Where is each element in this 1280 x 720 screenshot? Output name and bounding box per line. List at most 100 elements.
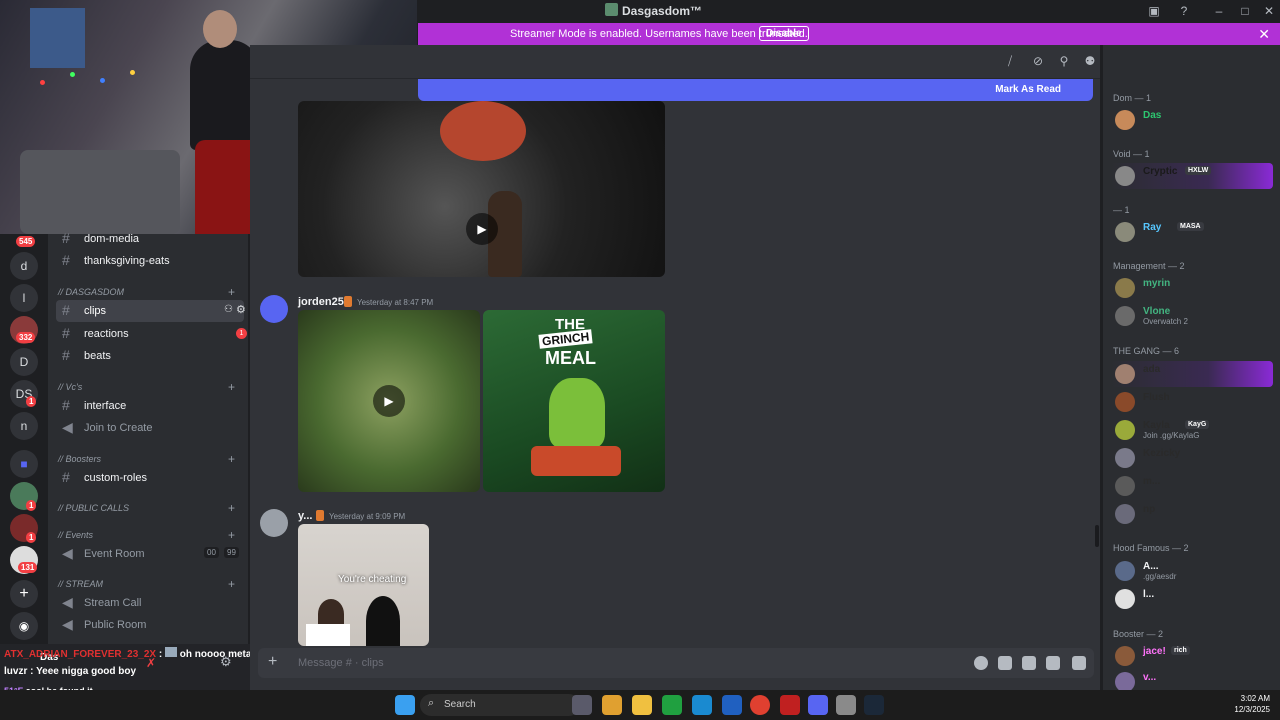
video-attachment[interactable]: ▶: [298, 101, 665, 277]
member-item[interactable]: A... .gg/aesdr: [1111, 558, 1273, 584]
scrollbar-thumb[interactable]: [1095, 525, 1099, 547]
member-item[interactable]: Ray MASA: [1111, 219, 1273, 245]
channel-clips[interactable]: # clips ⚇ ⚙: [56, 300, 246, 322]
channel-reactions[interactable]: # reactions 1: [56, 323, 247, 345]
member-item[interactable]: myrin: [1111, 275, 1273, 301]
channel-name: thanksgiving-eats: [84, 255, 170, 267]
gear-icon[interactable]: ⚙: [236, 303, 246, 316]
member-name: Flush: [1143, 392, 1170, 403]
video-attachment[interactable]: ▶: [298, 310, 480, 492]
pin-icon[interactable]: ⚲: [1056, 54, 1072, 70]
chrome-icon[interactable]: [750, 695, 770, 715]
member-item[interactable]: l...: [1111, 586, 1273, 612]
add-channel-icon[interactable]: +: [228, 501, 235, 515]
gift-icon[interactable]: [1072, 656, 1086, 670]
member-name: l...: [1143, 589, 1155, 600]
avatar: [1115, 306, 1135, 326]
member-item[interactable]: Das: [1111, 107, 1273, 133]
folder-icon[interactable]: ■: [10, 450, 38, 478]
help-icon[interactable]: ?: [1175, 2, 1193, 20]
task-view-icon[interactable]: [572, 695, 592, 715]
edge-icon[interactable]: [692, 695, 712, 715]
member-item[interactable]: m...: [1111, 473, 1273, 499]
steam-icon[interactable]: [864, 695, 884, 715]
channel-dom-media[interactable]: # dom-media: [56, 228, 244, 250]
channel-custom-roles[interactable]: # custom-roles: [56, 467, 244, 489]
channel-join-to-create[interactable]: ◀ Join to Create: [56, 417, 244, 439]
channel-stream-call[interactable]: ◀ Stream Call: [56, 592, 244, 614]
member-item[interactable]: v...: [1111, 669, 1273, 690]
category-dasgasdom[interactable]: // DASGASDOM +: [58, 285, 235, 299]
server-icon[interactable]: n: [10, 412, 38, 440]
member-item[interactable]: Cryptic HXLW: [1111, 163, 1273, 189]
app-icon[interactable]: [780, 695, 800, 715]
disable-button[interactable]: Disable: [759, 26, 809, 41]
windows-start-icon[interactable]: [395, 695, 415, 715]
invite-icon[interactable]: ⚇: [224, 304, 233, 315]
channel-public-room[interactable]: ◀ Public Room: [56, 614, 244, 636]
member-item[interactable]: Flush: [1111, 389, 1273, 415]
image-attachment[interactable]: THE GRINCH MEAL: [483, 310, 665, 492]
add-server-icon[interactable]: +: [10, 580, 38, 608]
close-window-button[interactable]: ✕: [1260, 2, 1278, 20]
member-item[interactable]: Kezicky: [1111, 445, 1273, 471]
discord-icon[interactable]: [808, 695, 828, 715]
channel-name: Join to Create: [84, 422, 153, 434]
server-icon[interactable]: d: [10, 252, 38, 280]
settings-icon[interactable]: [836, 695, 856, 715]
string-light: [130, 70, 135, 75]
avatar[interactable]: [260, 295, 288, 323]
file-explorer-icon[interactable]: [632, 695, 652, 715]
taskbar-search[interactable]: ⌕ Search: [420, 694, 580, 716]
maximize-button[interactable]: □: [1236, 2, 1254, 20]
channel-thanksgiving-eats[interactable]: # thanksgiving-eats: [56, 250, 244, 272]
discover-icon[interactable]: ◉: [10, 612, 38, 640]
category-public-calls[interactable]: // PUBLIC CALLS +: [58, 501, 235, 515]
notification-bell-icon[interactable]: ⊘: [1030, 54, 1046, 70]
add-channel-icon[interactable]: +: [228, 285, 235, 299]
store-icon[interactable]: [722, 695, 742, 715]
hash-icon: #: [62, 397, 70, 413]
category-vcs[interactable]: // Vc's +: [58, 380, 235, 394]
channel-beats[interactable]: # beats: [56, 345, 244, 367]
member-item[interactable]: np: [1111, 501, 1273, 527]
threads-icon[interactable]: ⧸: [1002, 54, 1018, 70]
copilot-icon[interactable]: [602, 695, 622, 715]
server-icon[interactable]: l: [10, 284, 38, 312]
play-icon[interactable]: ▶: [373, 385, 405, 417]
xbox-icon[interactable]: [662, 695, 682, 715]
video-attachment[interactable]: You're cheating: [298, 524, 429, 646]
member-item[interactable]: jace! rich: [1111, 643, 1273, 669]
member-list-icon[interactable]: ⚉: [1082, 54, 1098, 70]
chat-text: Yeee nigga good boy: [36, 666, 137, 677]
upload-plus-icon[interactable]: +: [268, 653, 277, 671]
member-item[interactable]: ada: [1111, 361, 1273, 387]
message-author[interactable]: jorden25: [298, 296, 344, 308]
category-events[interactable]: // Events +: [58, 528, 235, 542]
gif-icon[interactable]: [998, 656, 1012, 670]
member-item[interactable]: Vlone Overwatch 2: [1111, 303, 1273, 329]
close-icon[interactable]: ✕: [1258, 26, 1270, 43]
add-channel-icon[interactable]: +: [228, 380, 235, 394]
channel-interface[interactable]: # interface: [56, 395, 244, 417]
inbox-icon[interactable]: ▣: [1145, 2, 1163, 20]
message-author[interactable]: y...: [298, 510, 312, 522]
channel-event-room[interactable]: ◀ Event Room 00 99: [56, 543, 244, 565]
avatar[interactable]: [260, 509, 288, 537]
add-channel-icon[interactable]: +: [228, 452, 235, 466]
clock[interactable]: 3:02 AM 12/3/2025: [1226, 693, 1270, 715]
emoji-icon[interactable]: [1046, 656, 1060, 670]
message-composer[interactable]: + Message # · clips: [258, 648, 1094, 678]
add-channel-icon[interactable]: +: [228, 528, 235, 542]
add-channel-icon[interactable]: +: [228, 577, 235, 591]
member-name: Kayla: [1143, 420, 1170, 431]
category-stream[interactable]: // STREAM +: [58, 577, 235, 591]
category-boosters[interactable]: // Boosters +: [58, 452, 235, 466]
play-icon[interactable]: ▶: [466, 213, 498, 245]
mark-as-read-bar[interactable]: Mark As Read: [418, 79, 1093, 101]
server-icon[interactable]: D: [10, 348, 38, 376]
sticker-icon[interactable]: [1022, 656, 1036, 670]
member-item[interactable]: Kayla KayG Join .gg/KaylaG: [1111, 417, 1273, 443]
minimize-button[interactable]: –: [1210, 2, 1228, 20]
app-launcher-icon[interactable]: [974, 656, 988, 670]
